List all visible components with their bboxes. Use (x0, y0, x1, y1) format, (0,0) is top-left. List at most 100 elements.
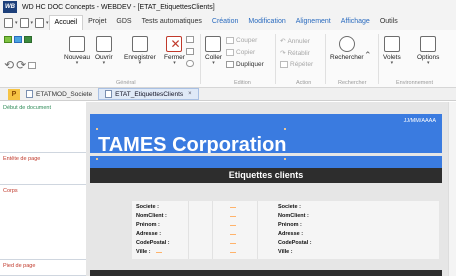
doc-tab-etatmod-societe[interactable]: ETATMOD_Societe (20, 88, 98, 100)
options-icon (420, 36, 437, 52)
tab-gds[interactable]: GDS (111, 15, 136, 30)
new-button[interactable]: Nouveau ▾ (64, 36, 90, 66)
save-doc-icon[interactable] (35, 17, 45, 28)
open-doc-icon[interactable] (19, 17, 29, 28)
label-codepostal: CodePostal : (136, 240, 170, 246)
section-title[interactable]: Etiquettes clients (90, 170, 442, 180)
report-icon (26, 90, 33, 98)
chevron-down-icon[interactable]: ▾ (31, 20, 34, 26)
paste-button[interactable]: Coller ▾ (205, 36, 222, 66)
selection-handle[interactable] (96, 128, 98, 130)
label-card[interactable]: Societe : NomClient : Prénom : Adresse :… (132, 201, 297, 259)
selection-handle[interactable] (284, 128, 286, 130)
block-doc-start[interactable]: Début de document (0, 102, 86, 153)
date-field[interactable]: JJ/MM/AAAA (404, 118, 436, 124)
export-button[interactable] (186, 60, 194, 67)
tab-modification[interactable]: Modification (243, 15, 290, 30)
globe-icon (186, 60, 194, 67)
doc-tab-etat-etiquettesclients[interactable]: ETAT_EtiquettesClients × (98, 88, 199, 100)
panes-button[interactable]: Volets ▾ (383, 36, 401, 66)
ribbon: ⟲ ⟳ Nouveau ▾ Ouvrir ▾ Enregistrer ▾ ✕ Fe… (0, 30, 456, 88)
label-codepostal: CodePostal : (278, 240, 312, 246)
chevron-down-icon: ▾ (173, 60, 176, 66)
group-search-label: Rechercher (338, 80, 367, 86)
header-banner[interactable]: TAMES Corporation JJ/MM/AAAA (90, 114, 442, 168)
undo-label: Annuler (287, 37, 310, 45)
ribbon-divider (378, 34, 379, 84)
duplicate-button[interactable]: Dupliquer (226, 61, 264, 68)
block-separator (86, 184, 448, 187)
cut-button[interactable]: Couper (226, 37, 257, 44)
new-file-icon (69, 36, 86, 52)
new-doc-icon[interactable] (4, 17, 13, 28)
block-page-footer[interactable]: Pied de page (0, 260, 86, 276)
label-nomclient: NomClient : (136, 213, 167, 219)
label-societe: Societe : (278, 204, 301, 210)
pinned-project-icon[interactable]: P (8, 88, 20, 100)
field-marker (156, 252, 162, 253)
report-canvas[interactable]: TAMES Corporation JJ/MM/AAAA Etiquettes … (86, 102, 456, 276)
block-body[interactable]: Corps (0, 185, 86, 260)
document-tab-bar: P ETATMOD_Societe ETAT_EtiquettesClients… (0, 88, 456, 101)
section-title-bar[interactable]: Etiquettes clients (90, 168, 442, 183)
repeat-button[interactable]: Répéter (280, 61, 313, 68)
navigation-arrows[interactable]: ⟲ ⟳ (4, 58, 37, 72)
undo-icon: ↶ (280, 38, 286, 45)
chevron-down-icon[interactable]: ▾ (15, 20, 18, 26)
doc-tab-label: ETATMOD_Societe (36, 90, 93, 98)
grid-icon (24, 36, 32, 43)
label-card[interactable]: Societe : NomClient : Prénom : Adresse :… (274, 201, 439, 259)
chevron-down-icon: ▾ (138, 60, 142, 66)
block-label: Corps (3, 188, 18, 194)
block-label: Pied de page (3, 263, 36, 269)
ribbon-collapse-toggle[interactable]: ⌃ (364, 50, 372, 61)
vertical-scrollbar[interactable] (448, 102, 456, 276)
tab-affichage[interactable]: Affichage (336, 15, 375, 30)
print-button[interactable] (186, 36, 194, 43)
label-ville: Ville : (278, 249, 293, 255)
tab-projet[interactable]: Projet (83, 15, 111, 30)
close-button[interactable]: ✕ Fermer ▾ (164, 36, 185, 66)
tab-accueil[interactable]: Accueil (48, 15, 84, 30)
footer-bar[interactable] (90, 270, 442, 276)
options-button[interactable]: Options ▾ (417, 36, 439, 66)
copy-button[interactable]: Copier (226, 49, 255, 56)
search-button[interactable]: Rechercher (330, 36, 364, 61)
save-button[interactable]: Enregistrer ▾ (124, 36, 156, 66)
ribbon-divider (275, 34, 276, 84)
doc-tab-label: ETAT_EtiquettesClients (115, 90, 184, 98)
group-action-label: Action (296, 80, 312, 86)
open-button[interactable]: Ouvrir ▾ (95, 36, 113, 66)
field-marker (230, 216, 236, 217)
undo-button[interactable]: ↶ Annuler (280, 37, 310, 46)
compare-icon[interactable] (28, 61, 37, 69)
redo-label: Rétablir (287, 49, 310, 57)
block-sidebar: Début de document Entête de page Corps P… (0, 102, 86, 276)
tab-tests[interactable]: Tests automatiques (137, 15, 207, 30)
tab-outils[interactable]: Outils (375, 15, 403, 30)
block-label: Entête de page (3, 156, 41, 162)
chevron-up-icon: ⌃ (364, 50, 372, 60)
back-arrow-icon[interactable]: ⟲ (4, 58, 14, 72)
group-general-label: Général (116, 80, 136, 86)
title-bar: WB WD HC DOC Concepts - WEBDEV - [ETAT_E… (0, 0, 456, 14)
selection-handle[interactable] (96, 158, 98, 160)
block-page-header[interactable]: Entête de page (0, 153, 86, 185)
label-prenom: Prénom : (136, 222, 160, 228)
field-marker (230, 234, 236, 235)
field-marker (230, 252, 236, 253)
preview-button[interactable] (186, 48, 194, 55)
ribbon-tab-bar: ▾ ▾ ▾ Accueil Projet GDS Tests automatiq… (0, 14, 456, 30)
forward-arrow-icon[interactable]: ⟳ (16, 58, 26, 72)
tab-alignement[interactable]: Alignement (291, 15, 336, 30)
block-separator (86, 153, 448, 156)
close-tab-icon[interactable]: × (188, 91, 192, 97)
window-icon (14, 36, 22, 43)
tab-creation[interactable]: Création (207, 15, 243, 30)
redo-button[interactable]: ↷ Rétablir (280, 49, 310, 58)
workspace-button[interactable] (4, 36, 32, 43)
selection-handle[interactable] (284, 158, 286, 160)
field-marker (230, 243, 236, 244)
chevron-down-icon: ▾ (426, 60, 430, 66)
workspace-icon (4, 36, 12, 43)
